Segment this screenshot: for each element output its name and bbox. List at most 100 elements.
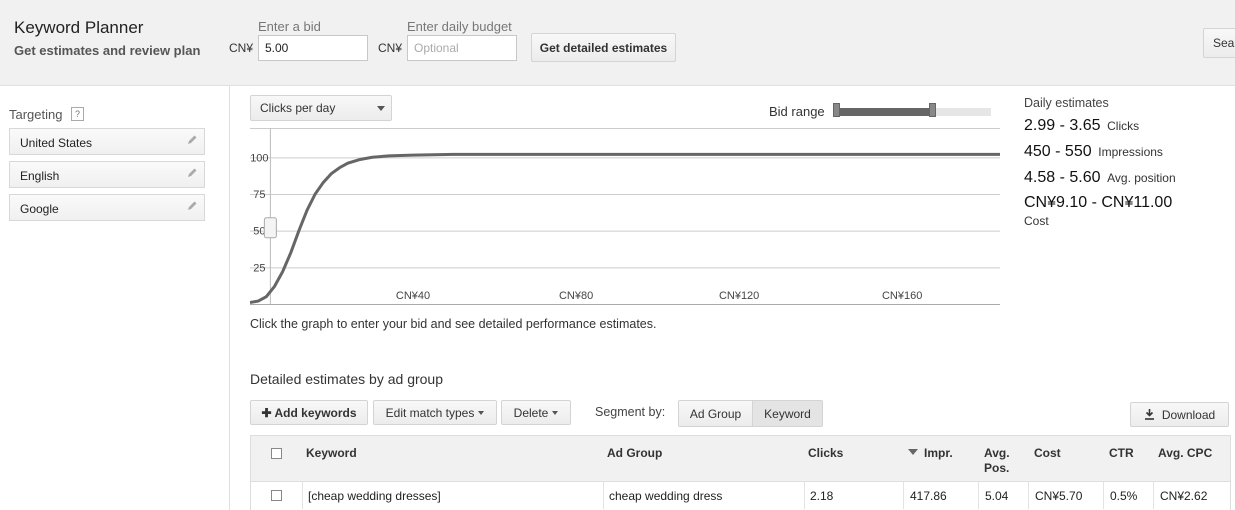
table-header: Keyword Ad Group Clicks Impr. Avg. Pos. … (250, 435, 1231, 482)
column-header-avg-cpc[interactable]: Avg. CPC (1158, 446, 1212, 460)
plus-icon: ✚ (261, 405, 272, 420)
help-icon[interactable]: ? (71, 107, 84, 121)
cell-keyword[interactable]: [cheap wedding dresses] (308, 489, 441, 503)
targeting-item-label: Google (20, 202, 59, 216)
x-tick-label: CN¥120 (719, 290, 759, 302)
pencil-icon[interactable] (186, 200, 198, 212)
delete-button[interactable]: Delete (501, 400, 571, 425)
caret-down-icon (377, 106, 385, 111)
targeting-item-language[interactable]: English (9, 161, 205, 188)
y-tick-label: 100 (250, 152, 268, 164)
cell-avg-cpc: CN¥2.62 (1160, 489, 1208, 503)
column-header-clicks[interactable]: Clicks (808, 446, 843, 460)
download-label: Download (1161, 407, 1216, 422)
column-header-ctr[interactable]: CTR (1109, 446, 1134, 460)
sort-descending-icon (908, 449, 918, 455)
estimate-unit: Avg. position (1107, 171, 1176, 185)
targeting-item-network[interactable]: Google (9, 194, 205, 221)
search-button[interactable]: Sea (1203, 28, 1235, 58)
bid-range-high-handle[interactable] (929, 103, 937, 117)
budget-label: Enter daily budget (407, 19, 512, 34)
estimate-cost: CN¥9.10 - CN¥11.00 Cost (1024, 194, 1172, 228)
estimate-unit: Clicks (1107, 119, 1140, 133)
cell-ad-group[interactable]: cheap wedding dress (609, 489, 722, 503)
column-divider (804, 481, 805, 509)
table-row[interactable]: [cheap wedding dresses] cheap wedding dr… (250, 481, 1231, 510)
caret-down-icon (552, 410, 559, 415)
bid-range-low-handle[interactable] (833, 103, 840, 117)
segment-ad-group-button[interactable]: Ad Group (678, 400, 753, 427)
cell-avg-pos: 5.04 (985, 489, 1009, 503)
download-button[interactable]: Download (1130, 402, 1229, 427)
column-divider (1153, 481, 1154, 509)
metric-select-label: Clicks per day (260, 101, 336, 115)
cell-impr: 417.86 (910, 489, 947, 503)
estimate-value: 450 - 550 (1024, 143, 1092, 160)
column-divider (603, 481, 604, 509)
planner-header: Keyword Planner Get estimates and review… (0, 0, 1235, 86)
targeting-label: Targeting (9, 107, 63, 122)
bid-range-fill (836, 108, 933, 116)
targeting-item-label: English (20, 169, 60, 183)
x-tick-label: CN¥160 (882, 290, 922, 302)
select-all-checkbox[interactable] (271, 448, 282, 459)
estimate-value: 4.58 - 5.60 (1024, 169, 1101, 186)
metric-select[interactable]: Clicks per day (250, 95, 392, 121)
app-subtitle: Get estimates and review plan (14, 43, 201, 58)
column-header-avg-pos-line2[interactable]: Pos. (984, 461, 1009, 475)
edit-match-types-button[interactable]: Edit match types (373, 400, 497, 425)
pencil-icon[interactable] (186, 134, 198, 146)
budget-currency: CN¥ (378, 41, 403, 55)
column-header-cost[interactable]: Cost (1034, 446, 1061, 460)
budget-input[interactable] (407, 35, 517, 61)
estimate-value: 2.99 - 3.65 (1024, 117, 1101, 134)
estimate-unit: Impressions (1098, 145, 1163, 159)
current-bid-handle[interactable] (263, 217, 277, 239)
chart-hint: Click the graph to enter your bid and se… (250, 317, 657, 331)
series-line (250, 152, 1000, 304)
caret-down-icon (478, 410, 485, 415)
y-tick-label: 25 (253, 262, 265, 274)
estimate-value: CN¥9.10 - CN¥11.00 (1024, 194, 1173, 211)
edit-match-types-label: Edit match types (385, 405, 475, 420)
cell-ctr: 0.5% (1110, 489, 1138, 503)
column-header-avg-pos-line1[interactable]: Avg. (984, 446, 1010, 460)
delete-label: Delete (513, 405, 549, 420)
column-divider (1103, 481, 1104, 509)
add-keywords-label: Add keywords (274, 405, 357, 420)
y-tick-label: 75 (253, 189, 265, 201)
get-detailed-estimates-button[interactable]: Get detailed estimates (531, 33, 676, 62)
targeting-panel: Targeting ? United States English Google (0, 86, 230, 510)
targeting-item-location[interactable]: United States (9, 128, 205, 155)
bid-label: Enter a bid (258, 19, 321, 34)
bid-range-slider[interactable] (833, 103, 991, 117)
pencil-icon[interactable] (186, 167, 198, 179)
segment-by-label: Segment by: (595, 405, 666, 419)
bid-currency: CN¥ (229, 41, 254, 55)
x-tick-label: CN¥40 (396, 290, 430, 302)
segment-keyword-button[interactable]: Keyword (752, 400, 823, 427)
column-header-impr[interactable]: Impr. (924, 446, 953, 460)
column-header-ad-group[interactable]: Ad Group (607, 446, 662, 460)
bid-range-label: Bid range (769, 104, 825, 119)
row-checkbox[interactable] (271, 490, 282, 501)
estimate-position: 4.58 - 5.60 Avg. position (1024, 169, 1176, 187)
download-icon (1144, 409, 1154, 420)
x-tick-label: CN¥80 (559, 290, 593, 302)
cell-cost: CN¥5.70 (1035, 489, 1083, 503)
estimate-clicks: 2.99 - 3.65 Clicks (1024, 117, 1139, 135)
detailed-estimates-title: Detailed estimates by ad group (250, 371, 443, 387)
column-divider (978, 481, 979, 509)
column-header-keyword[interactable]: Keyword (306, 446, 357, 460)
clicks-chart[interactable]: 25 50 75 100 CN¥40 CN¥80 CN¥120 CN¥160 (250, 128, 1002, 308)
column-divider (1028, 481, 1029, 509)
cell-clicks: 2.18 (810, 489, 834, 503)
estimate-impressions: 450 - 550 Impressions (1024, 143, 1163, 161)
daily-estimates-title: Daily estimates (1024, 96, 1109, 110)
add-keywords-button[interactable]: ✚ Add keywords (250, 400, 368, 425)
column-divider (302, 481, 303, 509)
bid-input[interactable] (258, 35, 368, 61)
y-tick-label: 50 (253, 226, 265, 238)
estimate-unit: Cost (1024, 214, 1049, 228)
targeting-item-label: United States (20, 136, 93, 150)
